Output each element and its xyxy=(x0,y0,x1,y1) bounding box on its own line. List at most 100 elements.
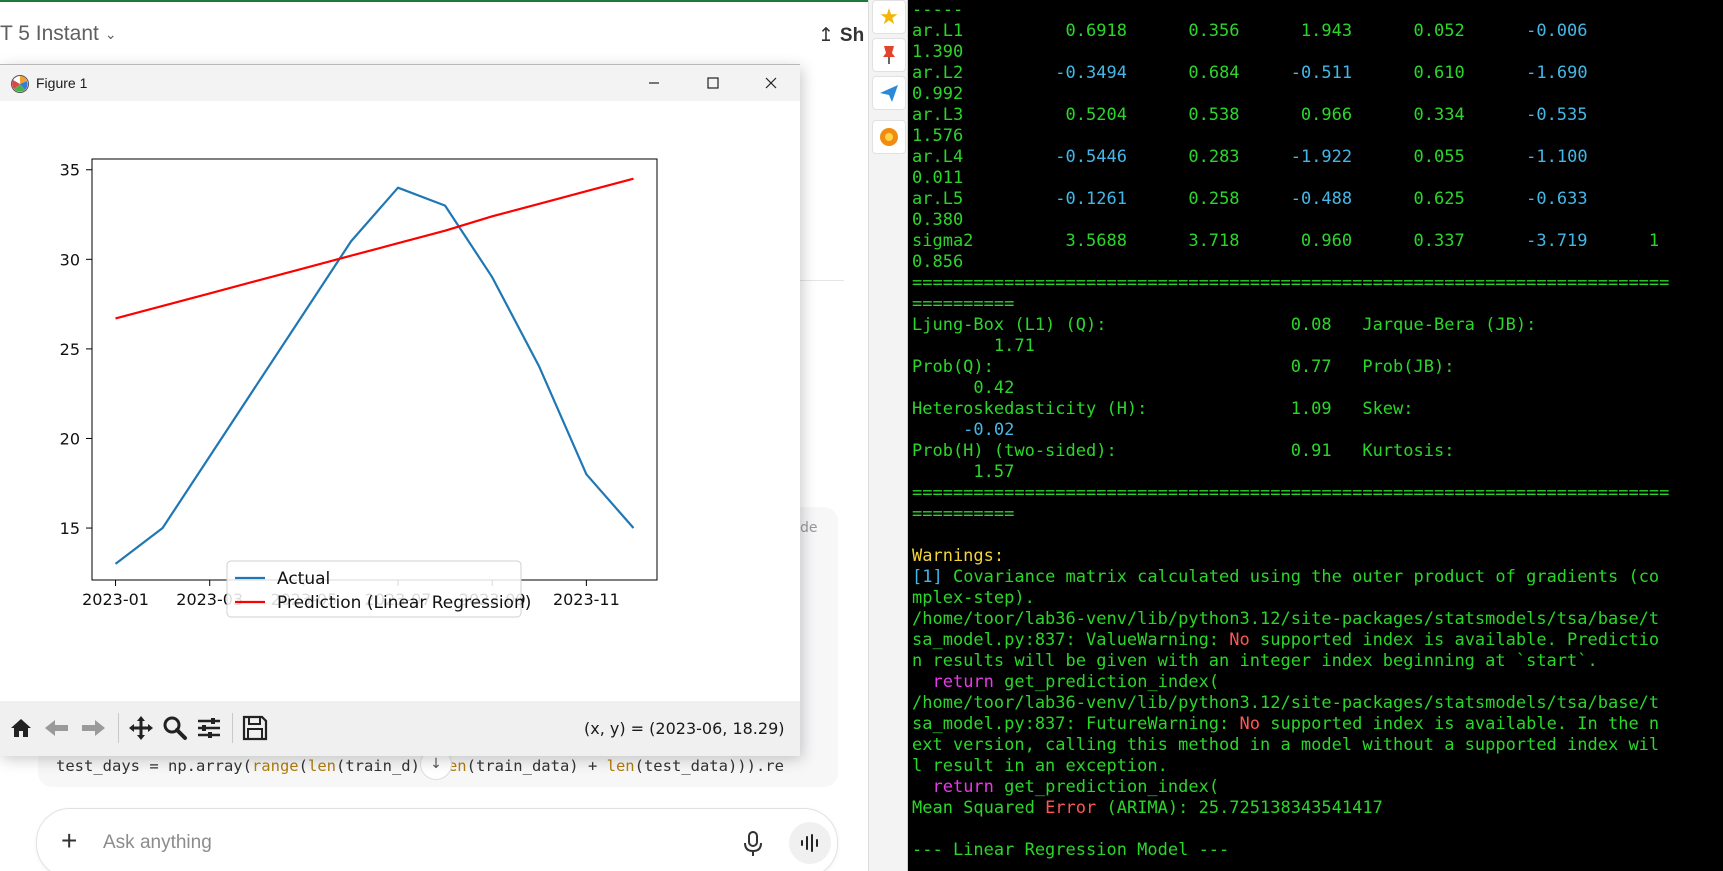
terminal-line: ========== xyxy=(912,504,1723,525)
terminal-line: 0.380 xyxy=(912,210,1723,231)
terminal-text: 1.57 xyxy=(912,462,1015,482)
save-icon xyxy=(242,715,268,741)
mic-icon[interactable] xyxy=(742,830,764,858)
code-token: (test_data))).re xyxy=(634,757,784,775)
code-token: (train_data) + xyxy=(466,757,607,775)
terminal-text: -0.535 xyxy=(1526,105,1588,125)
y-tick-label: 15 xyxy=(60,519,80,538)
y-tick-label: 35 xyxy=(60,161,80,180)
forward-button[interactable] xyxy=(78,713,108,743)
terminal-text: (ARIMA): 25.725138343541417 xyxy=(1096,798,1383,818)
toolbar-separator xyxy=(232,713,233,743)
terminal-text: -1.922 xyxy=(1290,147,1353,167)
matplotlib-icon xyxy=(11,75,29,93)
terminal-line: sigma2 3.5688 3.718 0.960 0.337 -3.719 1 xyxy=(912,231,1723,252)
ask-input[interactable]: Ask anything xyxy=(103,832,212,854)
back-icon xyxy=(45,720,68,736)
terminal-line: Heteroskedasticity (H): 1.09 Skew: xyxy=(912,399,1723,420)
terminal-text: mplex-step). xyxy=(912,588,1035,608)
y-tick-label: 20 xyxy=(60,429,80,448)
terminal-text: get_prediction_index( xyxy=(993,672,1220,692)
chevron-down-icon: ⌄ xyxy=(104,25,117,42)
terminal-line: ar.L5 -0.1261 0.258 -0.488 0.625 -0.633 xyxy=(912,189,1723,210)
extension-sun-button[interactable] xyxy=(872,120,906,154)
ask-input-box[interactable]: + Ask anything xyxy=(36,808,838,871)
terminal-text: Prob(H) (two-sided): 0.91 Kurtosis: xyxy=(912,441,1455,461)
terminal-text: -1.100 xyxy=(1526,147,1588,167)
terminal-text: -3.719 xyxy=(1526,231,1588,251)
terminal-line: return get_prediction_index( xyxy=(912,777,1723,798)
bookmark-star-button[interactable]: ★ xyxy=(872,0,906,34)
terminal-line: 0.856 xyxy=(912,252,1723,273)
home-button[interactable] xyxy=(6,713,36,743)
terminal-line: n results will be given with an integer … xyxy=(912,651,1723,672)
toolbar-separator xyxy=(118,713,119,743)
terminal-line: ========================================… xyxy=(912,273,1723,294)
terminal-text: -1.690 xyxy=(1526,63,1588,83)
terminal-text: [1] xyxy=(912,567,943,587)
terminal-text: 0.283 xyxy=(1126,147,1291,167)
model-selector[interactable]: T 5 Instant ⌄ xyxy=(0,22,117,46)
terminal-text: -0.02 xyxy=(912,420,1015,440)
pan-button[interactable] xyxy=(126,713,156,743)
figure-window[interactable]: Figure 1 15202530352023-012023-032023-05… xyxy=(0,64,800,756)
terminal-text: Prob(Q): 0.77 Prob(JB): xyxy=(912,357,1455,377)
save-button[interactable] xyxy=(240,713,270,743)
terminal-prompt-line xyxy=(912,861,1723,871)
terminal-text: Mean Squared xyxy=(912,798,1046,818)
back-button[interactable] xyxy=(42,713,72,743)
extension-send-button[interactable] xyxy=(872,76,906,110)
terminal-text: return xyxy=(932,672,994,692)
code-fragment: de xyxy=(800,520,818,536)
terminal-text: No xyxy=(1239,714,1260,734)
extension-pin-button[interactable] xyxy=(872,38,906,72)
terminal-text: supported index is available. In the n xyxy=(1260,714,1660,734)
x-tick-label: 2023-11 xyxy=(553,590,620,609)
code-token: ( xyxy=(298,757,308,775)
terminal-line: Prob(H) (two-sided): 0.91 Kurtosis: xyxy=(912,441,1723,462)
maximize-icon xyxy=(707,77,719,89)
terminal-text: 1.576 xyxy=(912,126,964,146)
maximize-button[interactable] xyxy=(684,65,742,101)
legend-label: Actual xyxy=(277,569,330,589)
terminal-text: -0.006 xyxy=(1526,21,1588,41)
line-chart[interactable]: 15202530352023-012023-032023-052023-0720… xyxy=(0,101,800,701)
share-button[interactable]: ↥ Sh xyxy=(818,24,864,47)
voice-button[interactable] xyxy=(789,822,831,864)
figure-canvas[interactable]: 15202530352023-012023-032023-052023-0720… xyxy=(0,101,800,701)
figure-titlebar[interactable]: Figure 1 xyxy=(0,65,800,101)
arrow-down-icon: ↓ xyxy=(430,756,442,772)
terminal-text: 0.380 xyxy=(912,210,964,230)
terminal-line: ar.L1 0.6918 0.356 1.943 0.052 -0.006 xyxy=(912,21,1723,42)
y-tick-label: 25 xyxy=(60,340,80,359)
close-button[interactable] xyxy=(742,65,800,101)
terminal-text: ========================================… xyxy=(912,273,1670,293)
terminal-line: l result in an exception. xyxy=(912,756,1723,777)
terminal-text: 0.011 xyxy=(912,168,964,188)
terminal-output[interactable]: ----- ar.L1 0.6918 0.356 1.943 0.052 -0.0… xyxy=(908,0,1723,871)
terminal-line: sa_model.py:837: FutureWarning: No suppo… xyxy=(912,714,1723,735)
terminal-text: sigma2 3.5688 3.718 0.960 0.337 xyxy=(912,231,1527,251)
code-token: len xyxy=(307,757,336,775)
minimize-button[interactable] xyxy=(625,65,683,101)
terminal-text: /home/toor/lab36-venv/lib/python3.12/sit… xyxy=(912,693,1660,713)
terminal-line: Warnings: xyxy=(912,546,1723,567)
pin-icon xyxy=(883,46,895,64)
terminal-line: 1.71 xyxy=(912,336,1723,357)
terminal-text: -0.633 xyxy=(1526,189,1588,209)
terminal-text: ar.L2 xyxy=(912,63,1056,83)
terminal-line: ar.L4 -0.5446 0.283 -1.922 0.055 -1.100 xyxy=(912,147,1723,168)
terminal-text: No xyxy=(1229,630,1250,650)
zoom-button[interactable] xyxy=(160,713,190,743)
terminal-text: ar.L1 0.6918 0.356 1.943 0.052 xyxy=(912,21,1527,41)
terminal-text: 0.258 xyxy=(1126,189,1291,209)
terminal-line: 0.011 xyxy=(912,168,1723,189)
series-line-actual xyxy=(114,186,635,565)
terminal-text: Heteroskedasticity (H): 1.09 Skew: xyxy=(912,399,1414,419)
terminal-line: Mean Squared Error (ARIMA): 25.725138343… xyxy=(912,798,1723,819)
plus-icon[interactable]: + xyxy=(61,825,77,857)
configure-subplots-button[interactable] xyxy=(194,713,224,743)
terminal-text: 0.42 xyxy=(912,378,1015,398)
